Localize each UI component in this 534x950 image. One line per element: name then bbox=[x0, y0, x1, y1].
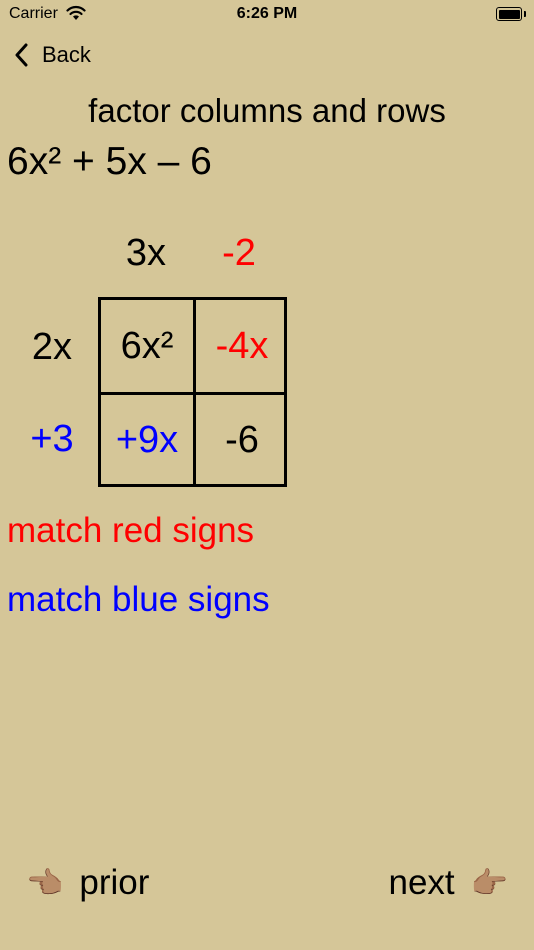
grid-cell-1-2: -4x bbox=[215, 324, 269, 367]
hint-red: match red signs bbox=[7, 511, 255, 550]
grid-cell-1-1: 6x² bbox=[120, 324, 174, 367]
hand-pointing-left-icon: 👈🏽 bbox=[26, 866, 64, 900]
row-header-2: +3 bbox=[30, 418, 74, 460]
battery-icon bbox=[496, 7, 526, 21]
grid-cell-2-1: +9x bbox=[115, 418, 179, 461]
grid-cell-2-2: -6 bbox=[225, 418, 259, 461]
next-label: next bbox=[388, 863, 455, 902]
hand-pointing-right-icon: 👉🏽 bbox=[470, 866, 508, 900]
back-label: Back bbox=[42, 42, 91, 67]
column-header-2: -2 bbox=[222, 232, 256, 274]
status-bar: Carrier 6:26 PM bbox=[0, 0, 534, 30]
prior-label: prior bbox=[79, 863, 150, 902]
column-header-1: 3x bbox=[125, 232, 167, 274]
prior-button[interactable]: 👈🏽 prior bbox=[26, 860, 149, 906]
expression: 6x² + 5x – 6 bbox=[7, 140, 212, 183]
row-header-1: 2x bbox=[31, 326, 73, 368]
chevron-left-icon bbox=[15, 43, 28, 67]
factor-grid: 6x² -4x +9x -6 bbox=[98, 297, 287, 487]
page-title: factor columns and rows bbox=[88, 92, 446, 129]
status-time: 6:26 PM bbox=[236, 5, 298, 22]
back-button[interactable]: Back bbox=[14, 38, 91, 72]
hint-blue: match blue signs bbox=[7, 580, 270, 619]
next-button[interactable]: next 👉🏽 bbox=[388, 860, 508, 906]
